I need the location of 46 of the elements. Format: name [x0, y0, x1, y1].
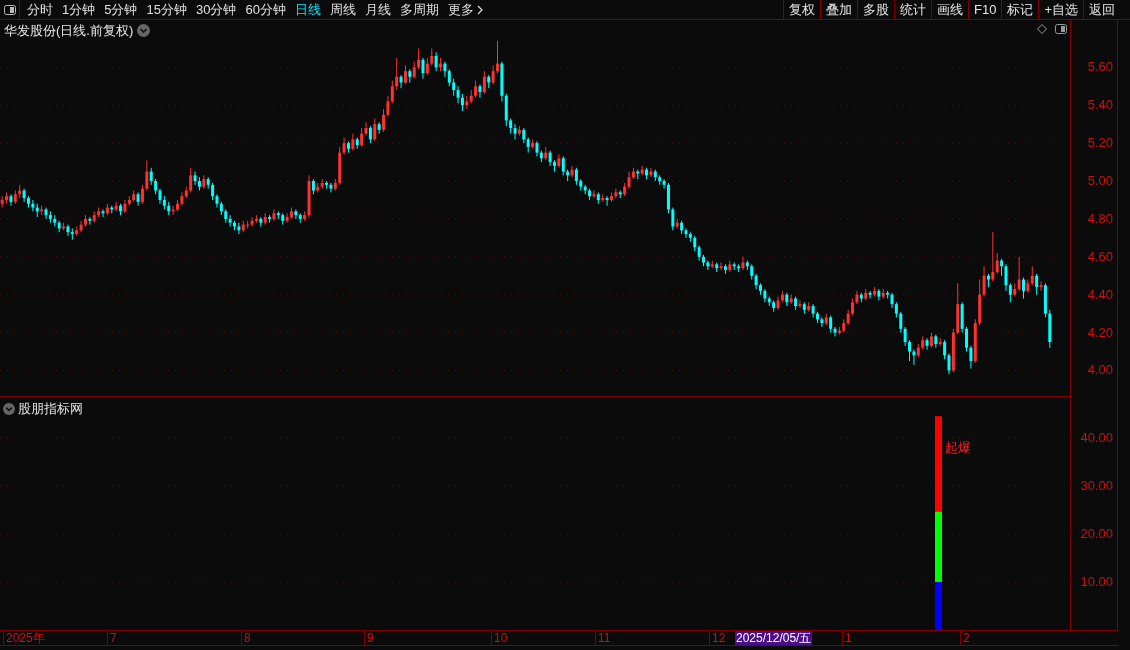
time-axis-label: 8 [241, 631, 251, 645]
axis-tick-label: 4.60 [1087, 249, 1113, 264]
toolbar-button[interactable]: F10 [968, 0, 1002, 19]
period-tab[interactable]: 15分钟 [146, 0, 187, 20]
axis-tick-label: 4.00 [1087, 363, 1113, 378]
time-axis-label: 7 [107, 631, 117, 645]
toolbar-button[interactable]: 多股 [857, 0, 894, 19]
period-tab[interactable]: 日线 [294, 0, 321, 20]
period-tab[interactable]: 月线 [364, 0, 391, 20]
axis-tick-label: 30.00 [1080, 478, 1113, 493]
axis-tick-label: 5.40 [1087, 98, 1113, 113]
time-axis-label: 9 [364, 631, 374, 645]
period-tab[interactable]: 30分钟 [195, 0, 237, 20]
time-axis-label: 11 [595, 631, 611, 645]
period-tab[interactable]: 多周期 [399, 0, 439, 20]
toolbar-button[interactable]: 复权 [783, 0, 820, 19]
period-tab[interactable]: 60分钟 [245, 0, 286, 20]
axis-tick-label: 10.00 [1080, 574, 1113, 589]
toolbar-button[interactable]: +自选 [1038, 0, 1083, 19]
time-axis-label: 1 [842, 631, 852, 645]
time-axis-label: 2 [960, 631, 970, 645]
toolbar-button[interactable]: 画线 [931, 0, 968, 19]
toolbar-button[interactable]: 返回 [1083, 0, 1120, 19]
period-tab[interactable]: 5分钟 [104, 0, 138, 20]
axis-tick-label: 5.20 [1087, 136, 1113, 151]
period-tab[interactable]: 更多 [447, 0, 483, 20]
axis-tick-label: 5.60 [1087, 60, 1113, 75]
chart-title: 华发股份(日线.前复权) [4, 22, 134, 40]
time-axis-label: 10 [491, 631, 508, 645]
toolbar-button[interactable]: 叠加 [820, 0, 857, 19]
period-tab[interactable]: 周线 [329, 0, 356, 20]
axis-tick-label: 4.80 [1087, 211, 1113, 226]
toolbar-button[interactable]: 统计 [894, 0, 931, 19]
signal-label: 起爆 [945, 440, 971, 456]
cursor-date-label: 2025/12/05/五 [735, 631, 813, 645]
axis-tick-label: 5.00 [1087, 174, 1113, 188]
period-tab[interactable]: 分时 [27, 0, 53, 20]
period-tab[interactable]: 1分钟 [62, 0, 96, 20]
axis-tick-label: 4.20 [1087, 325, 1113, 340]
indicator-title: 股朋指标网 [18, 400, 83, 418]
time-axis-label: 2025年 [3, 631, 45, 645]
time-axis-label: 12 [709, 631, 726, 645]
axis-tick-label: 40.00 [1080, 430, 1113, 445]
axis-tick-label: 4.40 [1087, 287, 1113, 302]
axis-tick-label: 20.00 [1080, 526, 1113, 541]
toolbar-button[interactable]: 标记 [1001, 0, 1039, 19]
